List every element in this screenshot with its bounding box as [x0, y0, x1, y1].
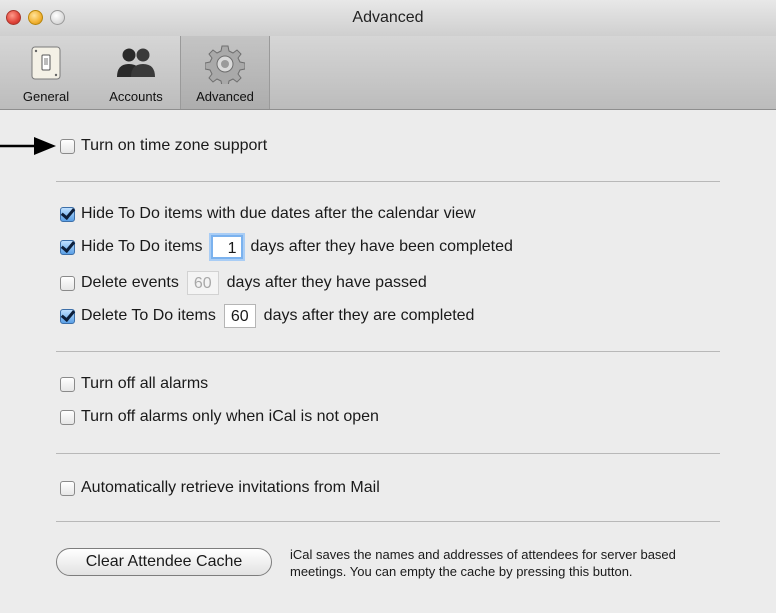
tab-general-label: General: [22, 89, 70, 104]
hide-todo-due-label: Hide To Do items with due dates after th…: [81, 205, 476, 222]
alarms-off-checkbox[interactable]: [60, 376, 75, 392]
delete-events-label: Delete events: [81, 274, 179, 291]
window-title: Advanced: [352, 9, 424, 26]
cache-note: iCal saves the names and addresses of at…: [290, 547, 676, 579]
hide-todo-completed-option[interactable]: Hide To Do items 1 days after they have …: [60, 235, 513, 259]
title-bar: Advanced: [0, 0, 776, 36]
hide-todo-due-checkbox[interactable]: [60, 206, 75, 222]
separator: [56, 453, 720, 454]
delete-events-suffix: days after they have passed: [226, 274, 427, 291]
preferences-toolbar: General Accounts Advanced: [0, 36, 776, 110]
time-zone-checkbox[interactable]: [60, 138, 75, 154]
delete-todo-option[interactable]: Delete To Do items 60 days after they ar…: [60, 304, 474, 328]
delete-events-checkbox[interactable]: [60, 275, 75, 291]
tab-advanced[interactable]: Advanced: [180, 36, 270, 109]
delete-events-days-field[interactable]: 60: [186, 271, 219, 295]
invitations-checkbox[interactable]: [60, 480, 75, 496]
alarms-off-label: Turn off all alarms: [81, 375, 209, 392]
tab-accounts-label: Accounts: [109, 89, 163, 104]
light-switch-icon: [31, 46, 61, 80]
alarms-off-closed-label: Turn off alarms only when iCal is not op…: [81, 408, 379, 425]
tab-general[interactable]: General: [0, 36, 92, 109]
hide-todo-completed-label: Hide To Do items: [81, 238, 203, 255]
separator: [56, 181, 720, 182]
gear-icon: [205, 45, 245, 84]
invitations-option[interactable]: Automatically retrieve invitations from …: [60, 479, 380, 497]
hide-todo-due-option[interactable]: Hide To Do items with due dates after th…: [60, 205, 476, 223]
delete-events-option[interactable]: Delete events 60 days after they have pa…: [60, 271, 427, 295]
separator: [56, 521, 720, 522]
pointer-arrow-icon: [0, 137, 56, 155]
delete-todo-label: Delete To Do items: [81, 307, 216, 324]
alarms-off-closed-checkbox[interactable]: [60, 409, 75, 425]
time-zone-option[interactable]: Turn on time zone support: [60, 137, 267, 155]
preferences-window: Advanced General Accounts Advanced Turn …: [0, 0, 776, 613]
delete-todo-checkbox[interactable]: [60, 308, 75, 324]
hide-todo-completed-suffix: days after they have been completed: [250, 238, 513, 255]
advanced-pane: Turn on time zone support Hide To Do ite…: [0, 110, 776, 613]
time-zone-label: Turn on time zone support: [81, 137, 268, 154]
alarms-off-option[interactable]: Turn off all alarms: [60, 375, 208, 393]
hide-todo-days-field[interactable]: 1: [210, 235, 243, 259]
alarms-off-closed-option[interactable]: Turn off alarms only when iCal is not op…: [60, 408, 379, 426]
delete-todo-suffix: days after they are completed: [263, 307, 475, 324]
separator: [56, 351, 720, 352]
tab-accounts[interactable]: Accounts: [96, 36, 176, 109]
invitations-label: Automatically retrieve invitations from …: [81, 479, 380, 496]
hide-todo-completed-checkbox[interactable]: [60, 239, 75, 255]
delete-todo-days-field[interactable]: 60: [223, 304, 256, 328]
clear-attendee-cache-button[interactable]: Clear Attendee Cache: [56, 548, 272, 576]
people-icon: [117, 48, 155, 77]
tab-advanced-label: Advanced: [196, 89, 254, 104]
